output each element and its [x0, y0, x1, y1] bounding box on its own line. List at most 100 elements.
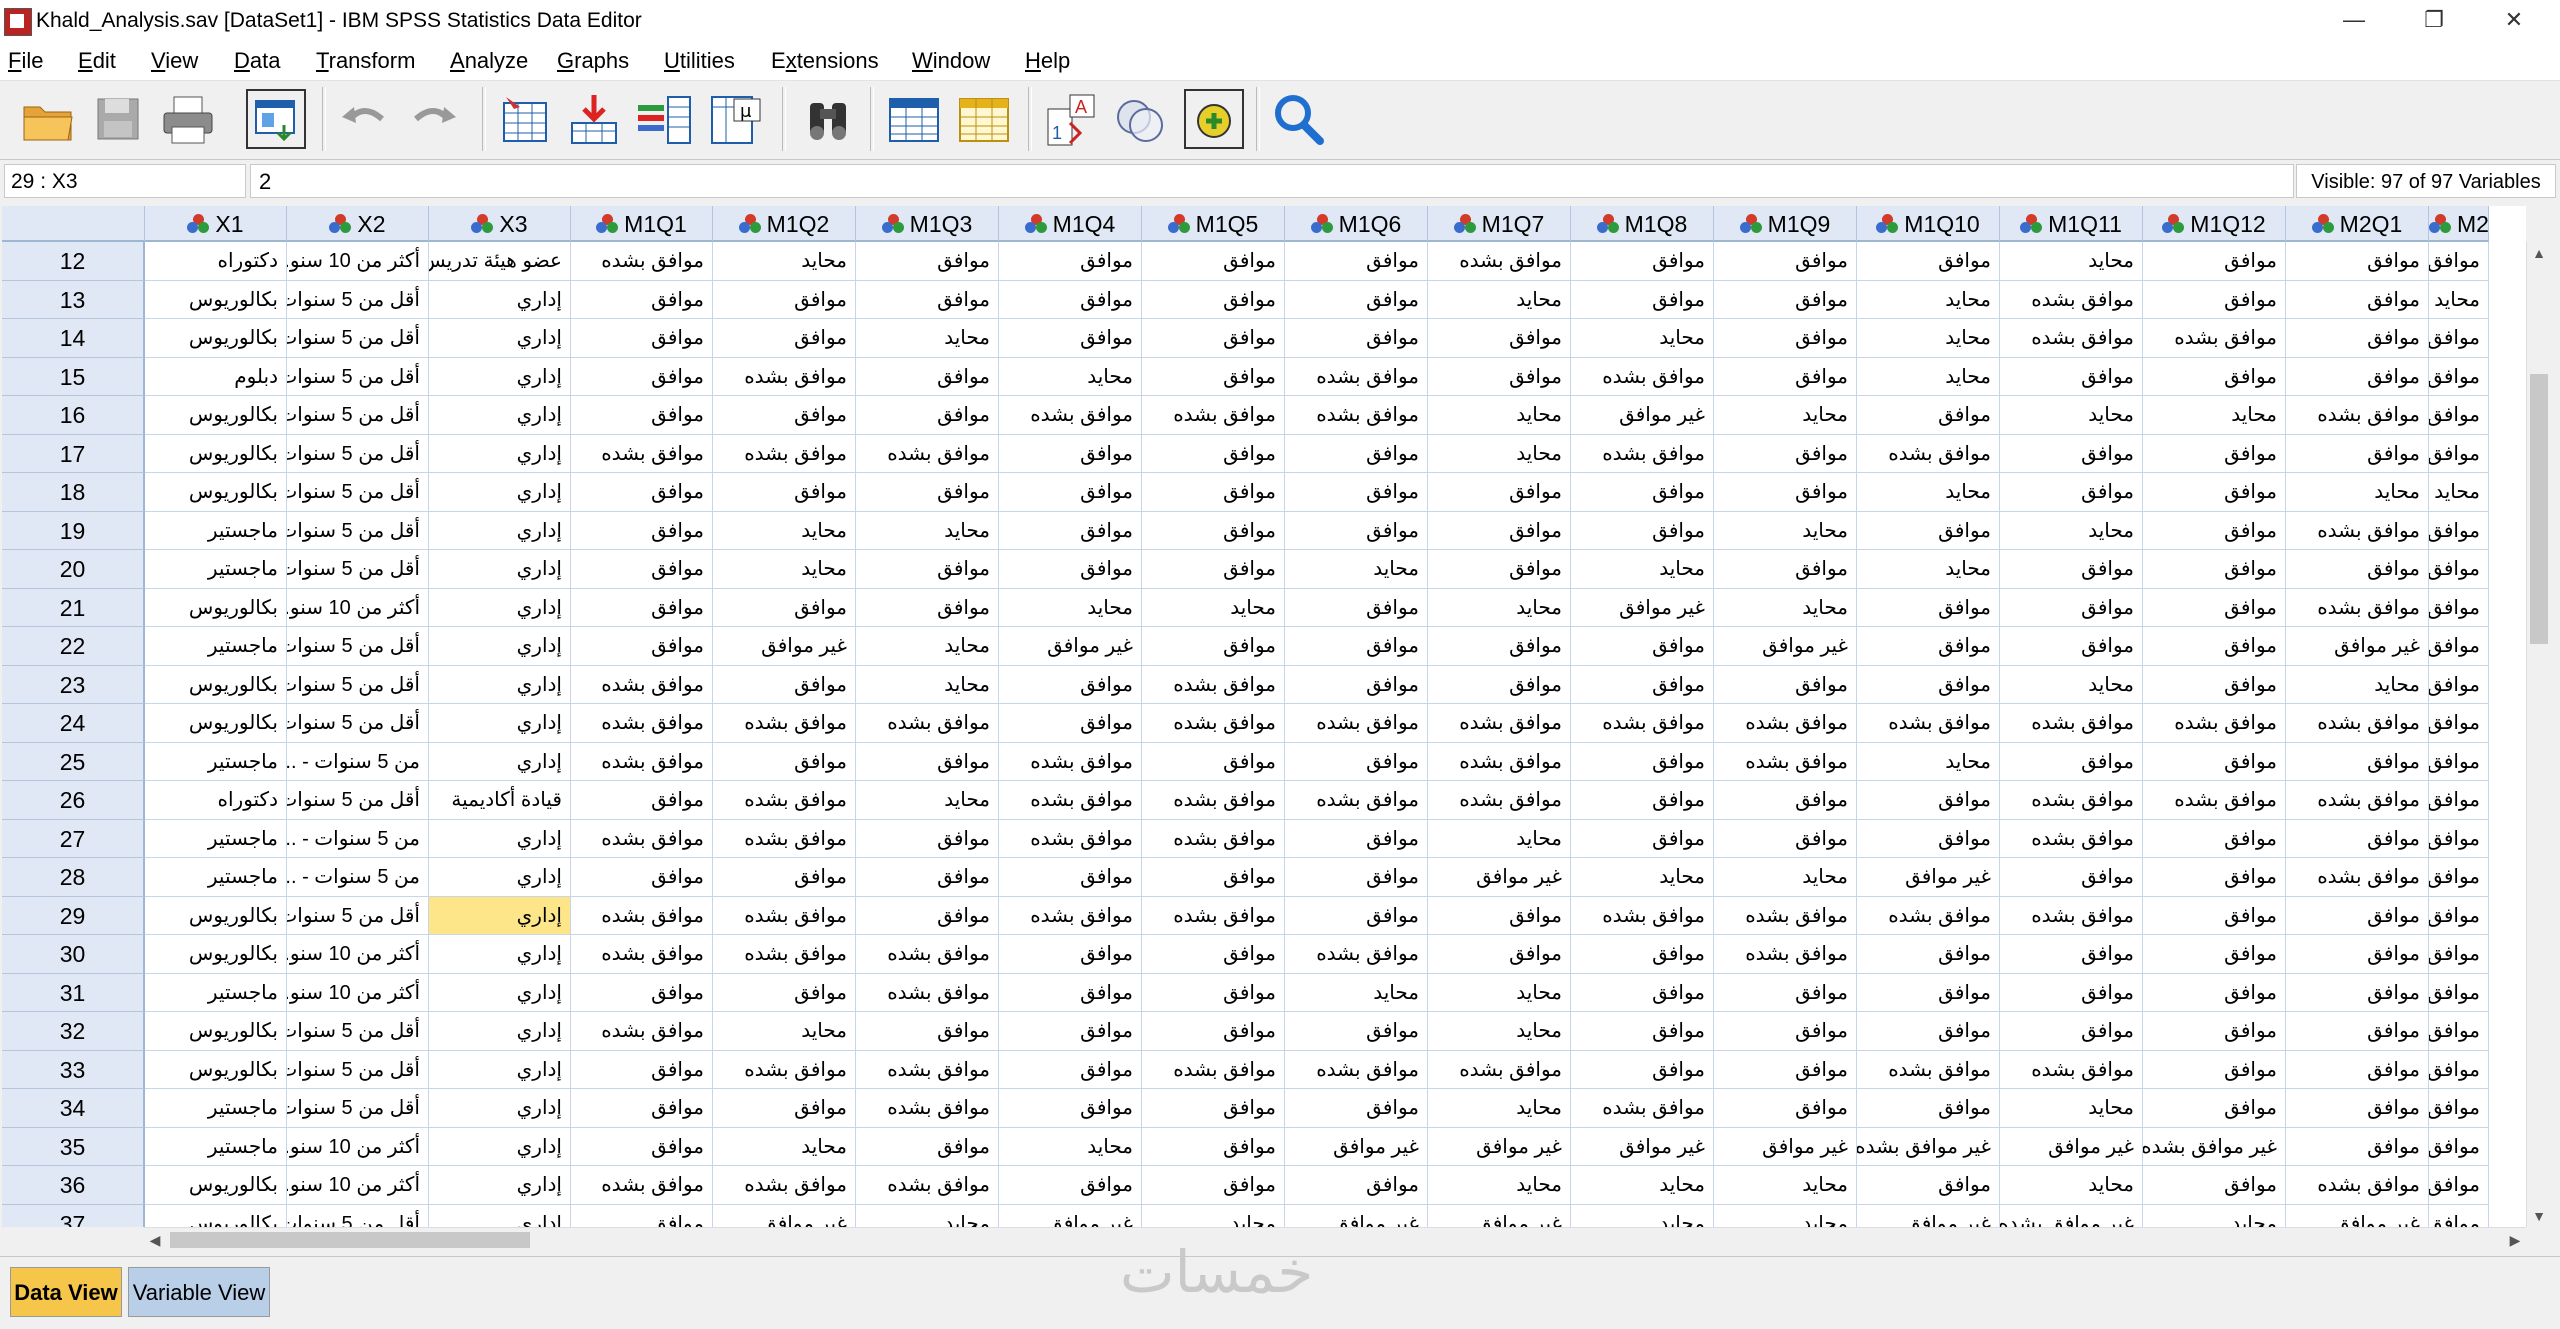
data-cell[interactable]: إداري [429, 704, 571, 743]
data-cell[interactable]: موافق بشده [713, 1166, 856, 1205]
data-cell[interactable]: موافق [1714, 473, 1857, 512]
column-header-m1q6[interactable]: M1Q6 [1285, 206, 1428, 242]
data-cell[interactable]: موافق [713, 473, 856, 512]
recall-dialog-icon[interactable] [246, 89, 306, 149]
data-cell[interactable]: موافق [1142, 550, 1285, 589]
row-header[interactable]: 23 [2, 665, 145, 704]
data-cell[interactable]: أقل من 5 سنوات [287, 357, 429, 396]
data-cell[interactable]: موافق بشده [2286, 781, 2429, 820]
data-cell[interactable]: محايد [2000, 242, 2143, 281]
data-cell[interactable]: ماجستير [145, 627, 287, 666]
data-cell[interactable]: محايد [1714, 511, 1857, 550]
data-cell[interactable]: موافق [1428, 627, 1571, 666]
data-cell[interactable]: موافق [1285, 665, 1428, 704]
menu-view[interactable]: View [151, 48, 198, 74]
data-cell[interactable]: موافق [2286, 1012, 2429, 1051]
data-cell[interactable]: غير موافق [999, 1204, 1142, 1227]
row-header[interactable]: 33 [2, 1050, 145, 1089]
data-cell[interactable]: محايد [856, 319, 999, 358]
data-cell[interactable]: موافق [2000, 588, 2143, 627]
data-cell[interactable]: موافق [713, 280, 856, 319]
data-cell[interactable]: موافق بشده [1142, 819, 1285, 858]
data-cell[interactable]: موافق [2143, 588, 2286, 627]
menu-help[interactable]: Help [1025, 48, 1070, 74]
data-cell[interactable]: موافق بشده [571, 1012, 713, 1051]
data-cell[interactable]: موافق [1857, 665, 2000, 704]
data-cell[interactable]: موافق [1571, 627, 1714, 666]
data-cell[interactable]: موافق بشده [1142, 896, 1285, 935]
print-icon[interactable] [158, 89, 218, 149]
data-cell[interactable]: غير موافق [1428, 858, 1571, 897]
data-cell[interactable]: موافق بشده [713, 434, 856, 473]
data-cell[interactable]: موافق [2429, 319, 2489, 358]
data-cell[interactable]: موافق [2000, 627, 2143, 666]
data-cell[interactable]: موافق بشده [2429, 935, 2489, 974]
row-header[interactable]: 20 [2, 550, 145, 589]
data-cell[interactable]: موافق [2000, 858, 2143, 897]
data-cell[interactable]: غير موافق [1714, 1127, 1857, 1166]
data-cell[interactable]: موافق [1428, 550, 1571, 589]
data-cell[interactable]: موافق [1285, 280, 1428, 319]
data-cell[interactable]: محايد [2429, 473, 2489, 512]
data-cell[interactable]: محايد [2000, 396, 2143, 435]
data-cell[interactable]: موافق [1571, 242, 1714, 281]
data-cell[interactable]: محايد [2429, 280, 2489, 319]
data-cell[interactable]: محايد [2286, 665, 2429, 704]
data-cell[interactable]: موافق بشده [2429, 819, 2489, 858]
data-cell[interactable]: موافق بشده [1285, 704, 1428, 743]
data-cell[interactable]: موافق بشده [856, 973, 999, 1012]
data-cell[interactable]: موافق [713, 742, 856, 781]
data-cell[interactable]: أقل من 5 سنوات [287, 1050, 429, 1089]
horizontal-scroll-thumb[interactable] [170, 1232, 530, 1248]
data-cell[interactable]: موافق بشده [2143, 704, 2286, 743]
data-cell[interactable]: أكثر من 10 سنو... [287, 1127, 429, 1166]
data-cell[interactable]: موافق [2286, 742, 2429, 781]
data-cell[interactable]: موافق بشده [2143, 781, 2286, 820]
data-cell[interactable]: أقل من 5 سنوات [287, 665, 429, 704]
data-cell[interactable]: محايد [856, 627, 999, 666]
data-cell[interactable]: محايد [1571, 1204, 1714, 1227]
data-cell[interactable]: موافق بشده [2000, 704, 2143, 743]
data-cell[interactable]: موافق [2143, 242, 2286, 281]
data-cell[interactable]: موافق [2429, 665, 2489, 704]
data-cell[interactable]: موافق [2286, 434, 2429, 473]
data-cell[interactable]: موافق [2429, 1127, 2489, 1166]
row-header[interactable]: 15 [2, 357, 145, 396]
data-cell[interactable]: موافق [1571, 280, 1714, 319]
menu-file[interactable]: File [8, 48, 43, 74]
data-cell[interactable]: موافق بشده [1857, 1050, 2000, 1089]
data-cell[interactable]: إداري [429, 1204, 571, 1227]
data-cell[interactable]: موافق [2286, 357, 2429, 396]
data-cell[interactable]: محايد [1571, 319, 1714, 358]
data-cell[interactable]: موافق [1285, 511, 1428, 550]
data-cell[interactable]: غير موافق [1571, 588, 1714, 627]
data-cell[interactable]: موافق [1428, 935, 1571, 974]
data-cell[interactable]: موافق [1714, 357, 1857, 396]
data-cell[interactable]: إداري [429, 588, 571, 627]
data-cell[interactable]: موافق بشده [713, 1050, 856, 1089]
data-cell[interactable]: إداري [429, 396, 571, 435]
data-cell[interactable]: موافق بشده [1285, 781, 1428, 820]
data-cell[interactable]: محايد [713, 550, 856, 589]
data-cell[interactable]: إداري [429, 896, 571, 935]
data-cell[interactable]: موافق [1714, 819, 1857, 858]
data-cell[interactable]: موافق [571, 781, 713, 820]
data-cell[interactable]: ماجستير [145, 819, 287, 858]
data-cell[interactable]: دبلوم [145, 357, 287, 396]
data-cell[interactable]: موافق بشده [2286, 704, 2429, 743]
data-cell[interactable]: موافق [2000, 473, 2143, 512]
data-cell[interactable]: موافق بشده [713, 819, 856, 858]
data-cell[interactable]: غير موافق بشده [2143, 1127, 2286, 1166]
find-icon[interactable] [798, 89, 858, 149]
data-cell[interactable]: موافق [1428, 357, 1571, 396]
data-cell[interactable]: موافق بشده [2286, 511, 2429, 550]
data-cell[interactable]: موافق [571, 473, 713, 512]
data-cell[interactable]: أقل من 5 سنوات [287, 704, 429, 743]
data-cell[interactable]: أقل من 5 سنوات [287, 1089, 429, 1128]
menu-extensions[interactable]: Extensions [771, 48, 879, 74]
data-cell[interactable]: بكالوريوس [145, 1012, 287, 1051]
data-cell[interactable]: موافق [1714, 280, 1857, 319]
data-cell[interactable]: محايد [1857, 742, 2000, 781]
data-cell[interactable]: موافق بشده [999, 781, 1142, 820]
scroll-up-icon[interactable]: ▲ [2527, 242, 2551, 264]
